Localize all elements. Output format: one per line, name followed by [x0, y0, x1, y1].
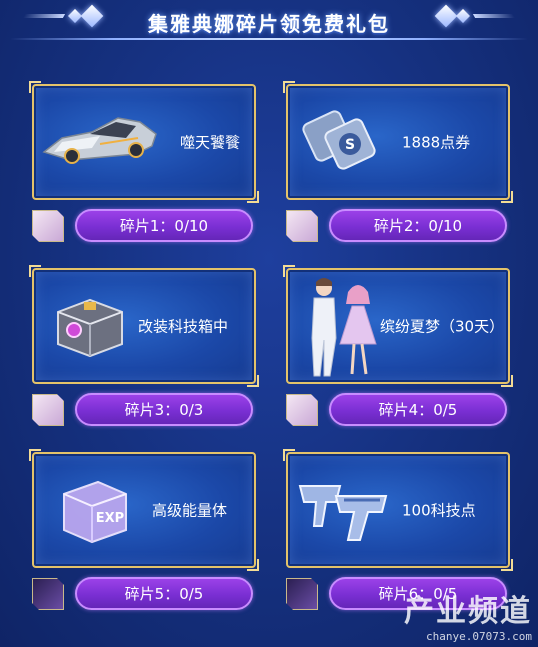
- right-diamond-icon: [434, 4, 458, 28]
- reward-card-3[interactable]: 改装科技箱中: [29, 265, 259, 387]
- watermark-url: chanye.07073.com: [426, 630, 532, 643]
- reward-label-3: 改装科技箱中: [138, 317, 229, 336]
- reward-card-2[interactable]: S 1888点券: [283, 81, 513, 203]
- left-diamond-icon: [80, 4, 104, 28]
- header-divider: [10, 38, 528, 40]
- reward-card-6[interactable]: 100科技点: [283, 449, 513, 571]
- fragment-thumbnail-6: [286, 578, 318, 610]
- reward-label-6: 100科技点: [402, 501, 476, 520]
- fragment-button-2[interactable]: 碎片2：0/10: [329, 209, 507, 242]
- fragment-thumbnail-5: [32, 578, 64, 610]
- couple-outfit-icon: [311, 278, 377, 377]
- fragment-button-4[interactable]: 碎片4：0/5: [329, 393, 507, 426]
- reward-card-4[interactable]: 缤纷夏梦（30天）: [283, 265, 513, 387]
- reward-label-1: 噬天饕餮: [180, 133, 241, 152]
- page-header: 集雅典娜碎片领免费礼包: [0, 0, 538, 44]
- right-small-diamond-icon: [455, 8, 471, 24]
- fragment-button-5[interactable]: 碎片5：0/5: [75, 577, 253, 610]
- fragment-thumbnail-2: [286, 210, 318, 242]
- watermark-main: 产业频道: [404, 594, 532, 629]
- site-watermark: 产业频道 chanye.07073.com: [404, 586, 532, 643]
- svg-text:S: S: [345, 137, 355, 153]
- fragment-thumbnail-3: [32, 394, 64, 426]
- right-wing-ornament: [472, 14, 516, 18]
- exp-crystal-icon: EXP: [63, 480, 127, 544]
- svg-text:EXP: EXP: [96, 511, 124, 526]
- reward-label-5: 高级能量体: [152, 501, 228, 520]
- fragment-button-1[interactable]: 碎片1：0/10: [75, 209, 253, 242]
- page-title: 集雅典娜碎片领免费礼包: [148, 11, 390, 36]
- reward-label-2: 1888点券: [402, 133, 471, 152]
- reward-label-4: 缤纷夏梦（30天）: [380, 317, 505, 336]
- left-wing-ornament: [22, 14, 66, 18]
- coupon-cards-icon: S: [302, 110, 376, 170]
- fragment-button-3[interactable]: 碎片3：0/3: [75, 393, 253, 426]
- reward-card-5[interactable]: EXP 高级能量体: [29, 449, 259, 571]
- tech-box-icon: [57, 298, 123, 358]
- tech-point-icon: [298, 485, 388, 541]
- race-car-icon: [42, 117, 157, 164]
- fragment-thumbnail-1: [32, 210, 64, 242]
- fragment-thumbnail-4: [286, 394, 318, 426]
- reward-card-1[interactable]: 噬天饕餮: [29, 81, 259, 203]
